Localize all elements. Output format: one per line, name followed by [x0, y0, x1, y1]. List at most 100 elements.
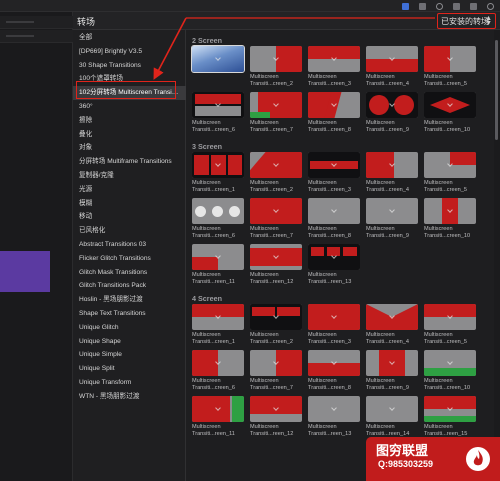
- transition-thumbnail[interactable]: [192, 92, 244, 118]
- installed-transitions-dropdown[interactable]: 已安装的转场 ▲ ▼: [437, 13, 496, 29]
- category-item[interactable]: 移动: [73, 210, 186, 224]
- transition-thumbnail[interactable]: [191, 45, 245, 73]
- transition-thumbnail[interactable]: [308, 46, 360, 72]
- transition-thumbnail[interactable]: [250, 152, 302, 178]
- transition-thumbnail[interactable]: [366, 198, 418, 224]
- category-item[interactable]: Shape Text Transitions: [73, 307, 186, 321]
- transitions-header: 转场: [73, 12, 500, 30]
- category-item[interactable]: [DP669] Brightly V3.5: [73, 45, 186, 59]
- timeline-track[interactable]: [0, 30, 73, 43]
- transition-thumbnail[interactable]: [366, 304, 418, 330]
- caption-line-1: Multiscreen: [250, 332, 279, 338]
- caption-line-2: Transiti...creen_5: [424, 339, 468, 345]
- category-item[interactable]: Glitch Transitions Pack: [73, 279, 186, 293]
- category-item[interactable]: 30 Shape Transitions: [73, 59, 186, 73]
- transition-thumbnail[interactable]: [308, 350, 360, 376]
- transition-thumbnail[interactable]: [366, 396, 418, 422]
- category-item[interactable]: Hoslin - 黑场朋影过渡: [73, 293, 186, 307]
- transition-thumbnail[interactable]: [366, 46, 418, 72]
- timeline-track[interactable]: [0, 16, 73, 29]
- category-item[interactable]: 全部: [73, 31, 186, 45]
- transition-thumbnail[interactable]: [192, 198, 244, 224]
- transition-thumbnail[interactable]: [250, 92, 302, 118]
- transition-caption: Multiscreen Transiti...reen_11: [192, 424, 248, 438]
- category-item[interactable]: 擦除: [73, 114, 186, 128]
- caption-line-1: Multiscreen: [366, 74, 395, 80]
- category-item[interactable]: 360°: [73, 100, 186, 114]
- transition-thumbnail[interactable]: [250, 350, 302, 376]
- transition-thumbnail[interactable]: [308, 244, 360, 270]
- category-item[interactable]: Unique Simple: [73, 348, 186, 362]
- caption-line-2: Transiti...creen_10: [424, 385, 471, 391]
- caption-line-2: Transiti...creen_3: [308, 339, 352, 345]
- transition-thumbnail[interactable]: [308, 396, 360, 422]
- transitions-grid: 2 Screen Multiscreen Transiti...creen_2 Mul…: [186, 30, 494, 481]
- category-item[interactable]: 光源: [73, 183, 186, 197]
- transition-thumbnail[interactable]: [424, 92, 476, 118]
- cog-icon[interactable]: [487, 2, 494, 10]
- category-item[interactable]: 模糊: [73, 197, 186, 211]
- caption-line-2: Transiti...reen_11: [192, 279, 235, 285]
- caption-line-2: Transiti...creen_9: [366, 127, 410, 133]
- transition-thumbnail[interactable]: [192, 152, 244, 178]
- transition-thumbnail[interactable]: [308, 152, 360, 178]
- transition-thumbnail[interactable]: [192, 350, 244, 376]
- section-header: 3 Screen: [192, 142, 222, 151]
- transition-caption: Multiscreen Transiti...creen_7: [250, 226, 306, 240]
- category-item[interactable]: Abstract Transitions 03: [73, 238, 186, 252]
- category-item[interactable]: Flicker Glitch Transitions: [73, 252, 186, 266]
- caption-line-2: Transiti...creen_6: [192, 127, 236, 133]
- transition-thumbnail[interactable]: [424, 304, 476, 330]
- wifi-icon[interactable]: [453, 2, 460, 10]
- category-item[interactable]: Glitch Mask Transitions: [73, 266, 186, 280]
- category-item[interactable]: 复制器/克隆: [73, 169, 186, 183]
- transition-thumbnail[interactable]: [424, 152, 476, 178]
- transition-thumbnail[interactable]: [308, 304, 360, 330]
- annotation-highlight-box: [76, 81, 176, 99]
- category-item[interactable]: 分屏转场 Multiframe Transitions: [73, 155, 186, 169]
- category-item[interactable]: 对象: [73, 141, 186, 155]
- category-item[interactable]: Unique Split: [73, 362, 186, 376]
- transition-thumbnail[interactable]: [250, 304, 302, 330]
- transition-thumbnail[interactable]: [424, 350, 476, 376]
- grid-scrollbar[interactable]: [494, 30, 500, 481]
- caption-line-2: Transiti...creen_2: [250, 187, 294, 193]
- transition-thumbnail[interactable]: [192, 244, 244, 270]
- transition-thumbnail[interactable]: [366, 92, 418, 118]
- transition-caption: Multiscreen Transiti...creen_9: [366, 226, 422, 240]
- transition-thumbnail[interactable]: [424, 46, 476, 72]
- headphones-icon[interactable]: [436, 2, 443, 10]
- caption-line-2: Transiti...creen_4: [366, 81, 410, 87]
- display-icon[interactable]: [470, 2, 477, 10]
- category-item[interactable]: Unique Transform: [73, 376, 186, 390]
- category-item[interactable]: WTN - 黑场朋影过渡: [73, 390, 186, 404]
- transition-thumbnail[interactable]: [308, 92, 360, 118]
- scroll-thumb[interactable]: [495, 40, 498, 140]
- caption-line-1: Multiscreen: [308, 332, 337, 338]
- transition-thumbnail[interactable]: [424, 396, 476, 422]
- transition-thumbnail[interactable]: [366, 152, 418, 178]
- category-item[interactable]: 叠化: [73, 128, 186, 142]
- flame-logo-icon: [466, 447, 490, 471]
- transition-thumbnail[interactable]: [250, 396, 302, 422]
- purple-clip[interactable]: [0, 251, 50, 292]
- transition-thumbnail[interactable]: [192, 396, 244, 422]
- transition-thumbnail[interactable]: [308, 198, 360, 224]
- caption-line-2: Transiti...reen_11: [192, 431, 235, 437]
- transition-thumbnail[interactable]: [250, 244, 302, 270]
- transition-thumbnail[interactable]: [250, 46, 302, 72]
- category-item[interactable]: Unique Glitch: [73, 321, 186, 335]
- transition-thumbnail[interactable]: [366, 350, 418, 376]
- grid-icon[interactable]: [419, 2, 426, 10]
- category-item[interactable]: Unique Shape: [73, 335, 186, 349]
- transition-thumbnail[interactable]: [250, 198, 302, 224]
- category-item[interactable]: 已风格化: [73, 224, 186, 238]
- transition-thumbnail[interactable]: [424, 198, 476, 224]
- transition-caption: Multiscreen Transiti...creen_3: [308, 180, 364, 194]
- transition-caption: Multiscreen Transiti...creen_4: [366, 74, 422, 88]
- camera-icon[interactable]: [402, 2, 409, 10]
- caption-line-2: Transiti...creen_8: [308, 385, 352, 391]
- caption-line-1: Multiscreen: [192, 378, 221, 384]
- transition-caption: Multiscreen Transiti...creen_5: [424, 180, 480, 194]
- transition-thumbnail[interactable]: [192, 304, 244, 330]
